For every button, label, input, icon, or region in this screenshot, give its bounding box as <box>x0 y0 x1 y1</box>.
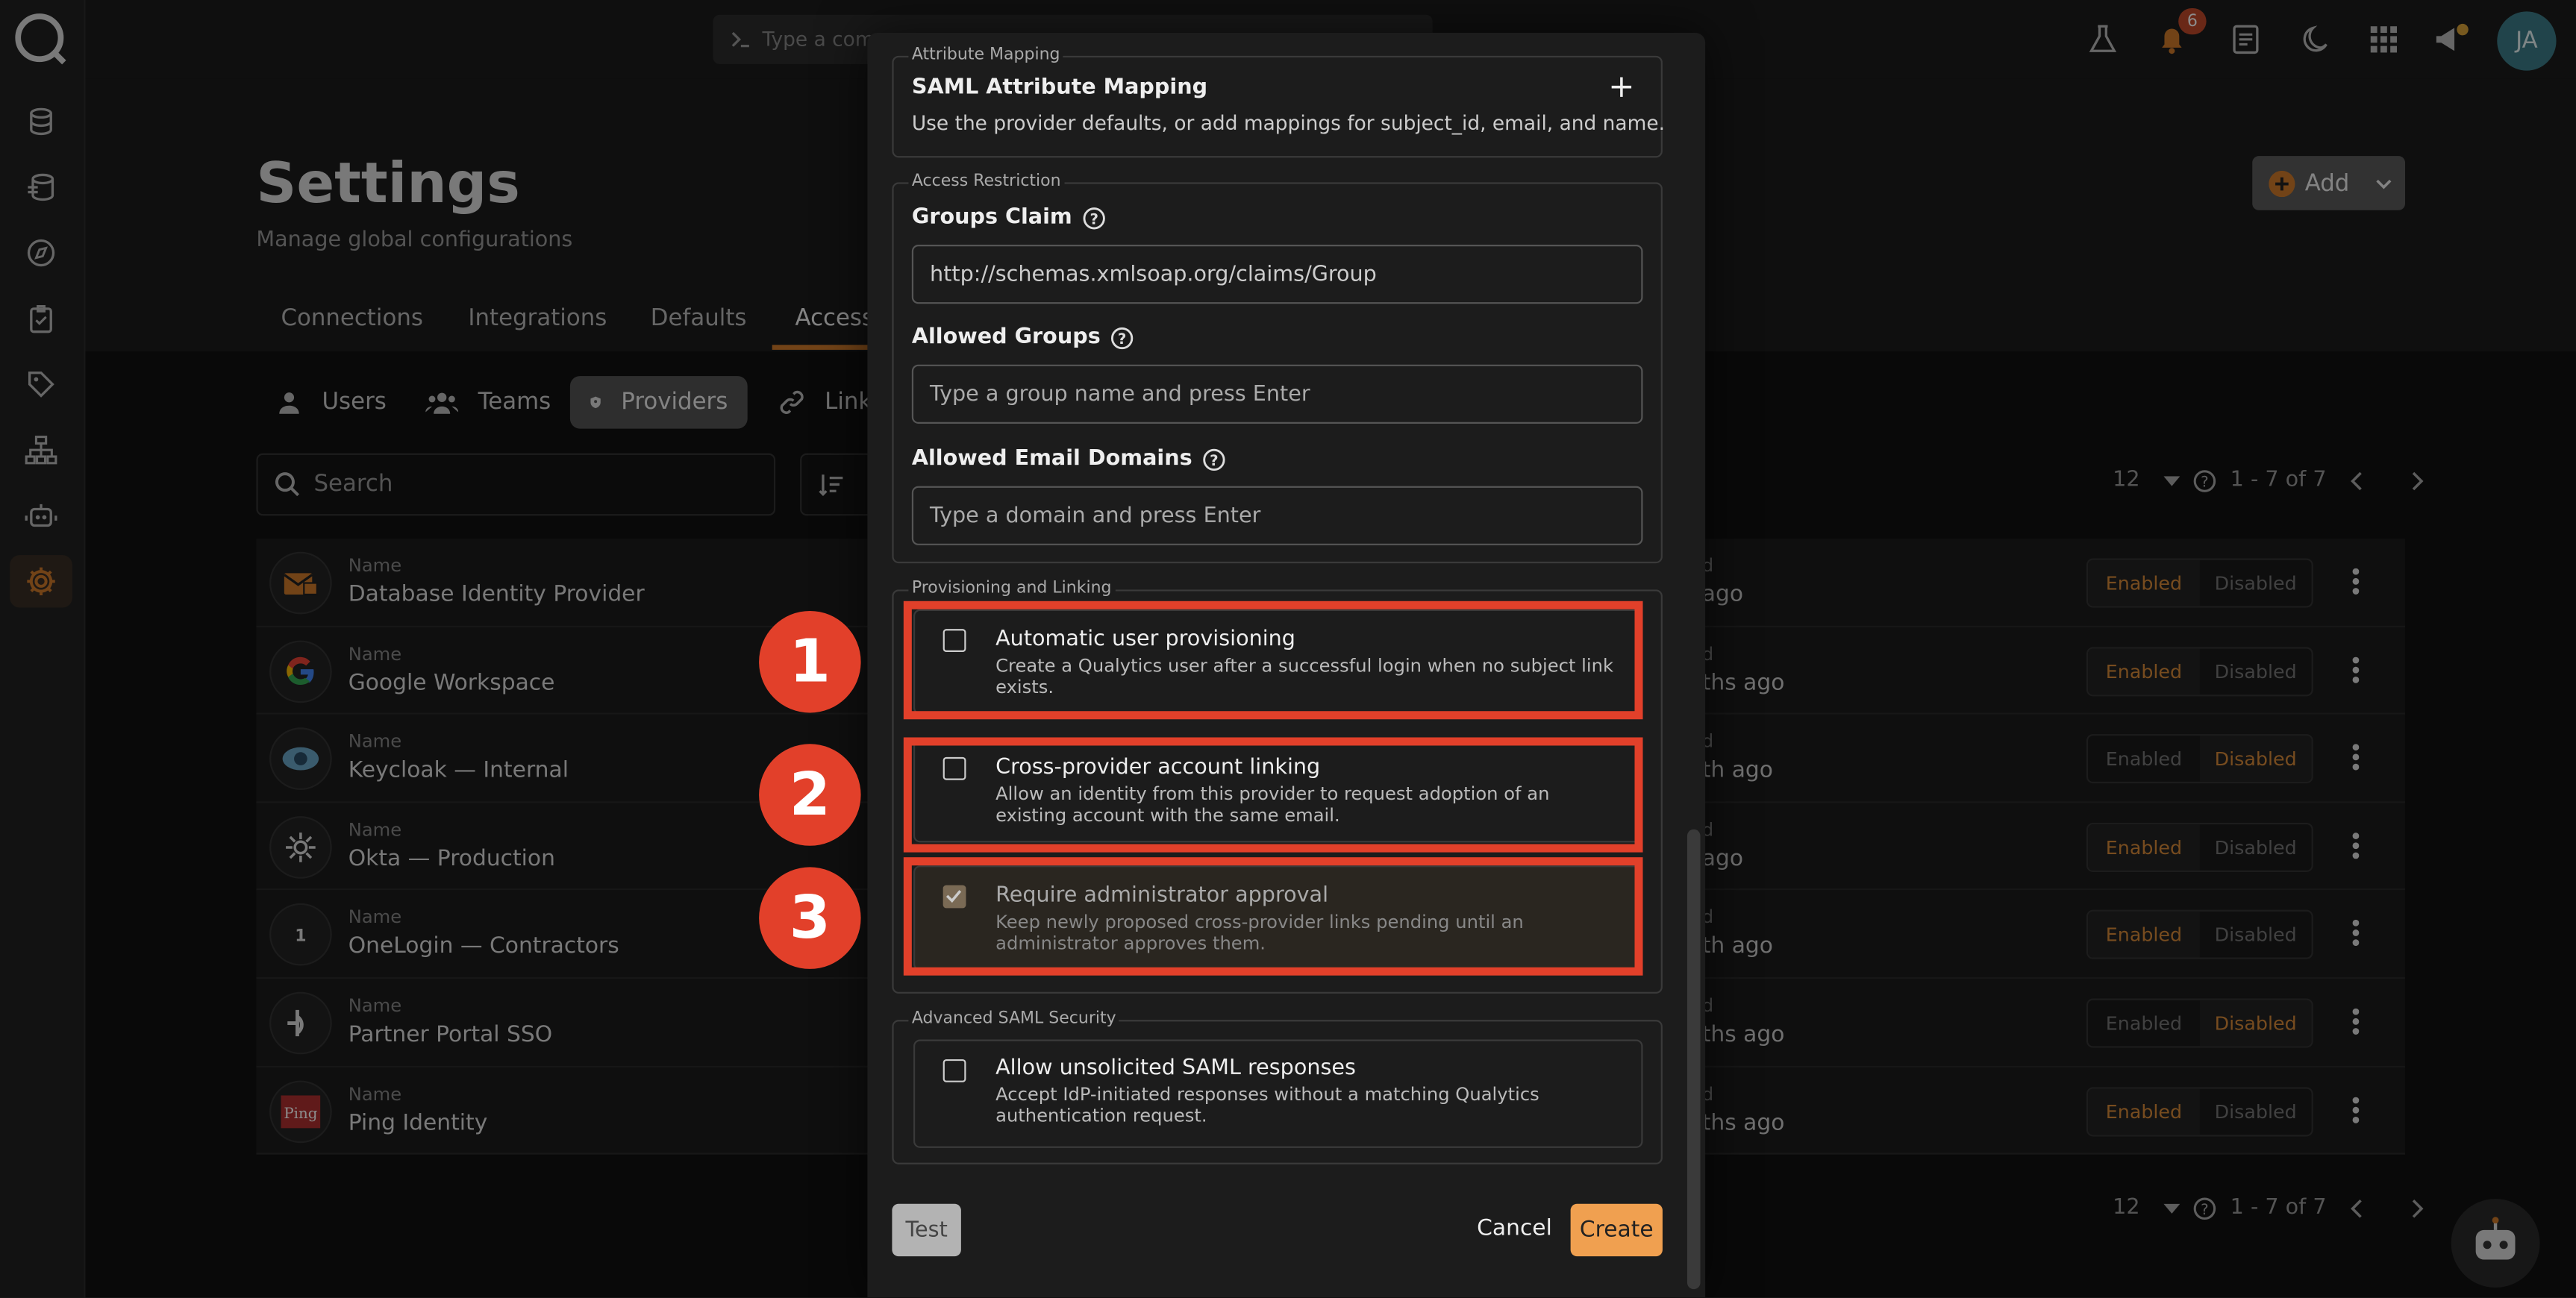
help-icon[interactable]: ? <box>1110 326 1134 349</box>
annotation-box-1 <box>903 601 1643 720</box>
attribute-mapping-desc: Use the provider defaults, or add mappin… <box>911 111 1666 135</box>
cancel-button[interactable]: Cancel <box>1477 1215 1552 1241</box>
modal-scrollbar[interactable] <box>1686 829 1701 1290</box>
help-icon[interactable]: ? <box>1202 448 1225 471</box>
advanced-saml-legend: Advanced SAML Security <box>908 1009 1120 1029</box>
saml-attribute-mapping-title: SAML Attribute Mapping <box>911 75 1208 101</box>
svg-text:?: ? <box>1118 330 1126 347</box>
allowed-domains-label: Allowed Email Domains? <box>912 447 1225 471</box>
allowed-domains-text: Allowed Email Domains <box>911 446 1192 471</box>
attribute-mapping-legend: Attribute Mapping <box>908 46 1063 64</box>
svg-text:?: ? <box>1090 210 1098 227</box>
test-button[interactable]: Test <box>892 1203 961 1257</box>
help-icon[interactable]: ? <box>1082 206 1105 229</box>
allowed-domains-input[interactable]: Type a domain and press Enter <box>911 486 1643 545</box>
provisioning-legend: Provisioning and Linking <box>908 580 1115 598</box>
annotation-box-2 <box>903 737 1643 853</box>
annotation-marker-1: 1 <box>759 610 861 713</box>
groups-claim-label: Groups Claim? <box>912 205 1105 230</box>
unsolicited-saml-title: Allow unsolicited SAML responses <box>995 1056 1356 1081</box>
allowed-groups-input[interactable]: Type a group name and press Enter <box>911 364 1643 424</box>
attribute-mapping-section <box>892 55 1663 158</box>
add-mapping-plus-icon[interactable] <box>1610 75 1633 98</box>
create-button[interactable]: Create <box>1570 1203 1663 1257</box>
groups-claim-text: Groups Claim <box>911 205 1072 231</box>
groups-claim-input[interactable]: http://schemas.xmlsoap.org/claims/Group <box>911 245 1643 304</box>
svg-text:?: ? <box>1210 451 1218 468</box>
annotation-box-3 <box>903 857 1643 976</box>
annotation-marker-3: 3 <box>759 867 861 969</box>
unsolicited-saml-checkbox[interactable] <box>942 1059 966 1082</box>
allowed-groups-label: Allowed Groups? <box>912 325 1134 350</box>
unsolicited-saml-desc: Accept IdP-initiated responses without a… <box>995 1083 1539 1126</box>
access-restriction-legend: Access Restriction <box>908 172 1065 191</box>
allowed-groups-text: Allowed Groups <box>911 324 1101 350</box>
annotation-marker-2: 2 <box>759 744 861 846</box>
